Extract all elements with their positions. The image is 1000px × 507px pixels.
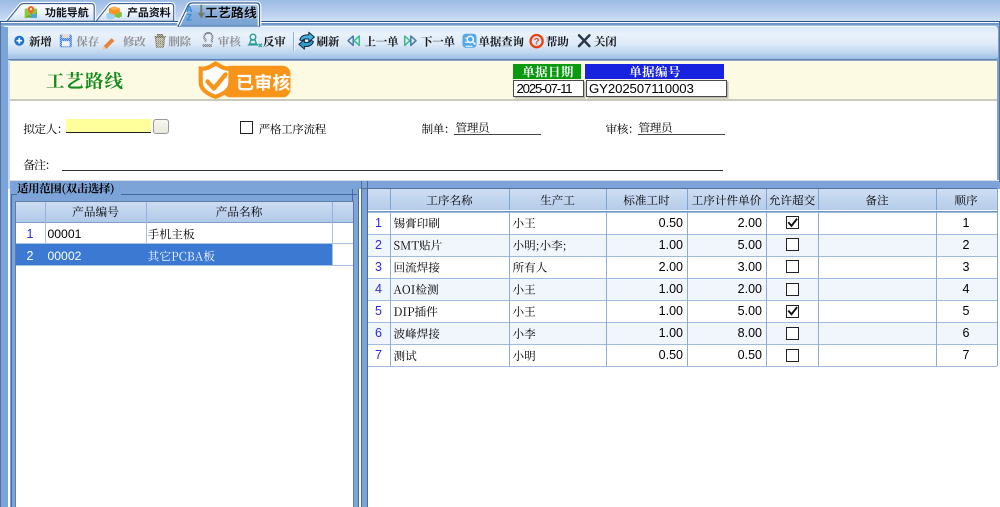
svg-text:Z: Z bbox=[187, 12, 193, 22]
svg-text:?: ? bbox=[534, 37, 540, 48]
